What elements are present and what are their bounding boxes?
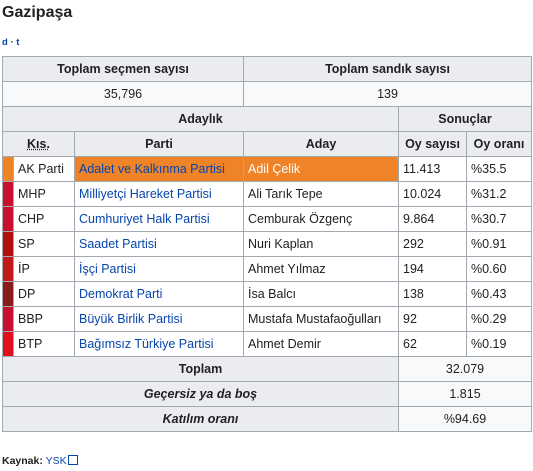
table-row: BBP Büyük Birlik Partisi Mustafa Mustafa… (2, 306, 533, 332)
party-color-swatch (2, 331, 14, 357)
party-link[interactable]: Bağımsız Türkiye Partisi (73, 331, 245, 357)
vote-share: %35.5 (466, 156, 533, 182)
vote-share: %0.19 (466, 331, 533, 357)
party-link[interactable]: Milliyetçi Hareket Partisi (73, 181, 245, 207)
vote-share: %0.43 (466, 281, 533, 307)
party-link[interactable]: Adalet ve Kalkınma Partisi (73, 156, 245, 182)
vote-count: 9.864 (398, 206, 468, 232)
party-link[interactable]: Demokrat Parti (73, 281, 245, 307)
party-abbr: DP (13, 281, 75, 307)
vote-share: %0.60 (466, 256, 533, 282)
results-header: Sonuçlar (398, 106, 533, 132)
total-ballot-boxes-header: Toplam sandık sayısı (243, 56, 533, 82)
invalid-votes-value: 1.815 (398, 381, 533, 407)
party-abbr: İP (13, 256, 75, 282)
navbar-links: d · t (2, 37, 19, 49)
vote-count: 10.024 (398, 181, 468, 207)
party-link[interactable]: İşçi Partisi (73, 256, 245, 282)
candidate-name: Mustafa Mustafaoğulları (243, 306, 400, 332)
source-link-text: YSK (45, 455, 67, 467)
candidate-name: İsa Balcı (243, 281, 400, 307)
source-link[interactable]: YSK (46, 455, 78, 467)
source-label: Kaynak: (2, 455, 43, 467)
candidate-name: Ahmet Demir (243, 331, 400, 357)
vote-share: %30.7 (466, 206, 533, 232)
table-row: CHP Cumhuriyet Halk Partisi Cemburak Özg… (2, 206, 533, 232)
page-title: Gazipaşa (2, 4, 73, 21)
party-color-swatch (2, 281, 14, 307)
table-row: İP İşçi Partisi Ahmet Yılmaz 194 %0.60 (2, 256, 533, 282)
external-link-icon (67, 455, 78, 465)
party-color-swatch (2, 206, 14, 232)
vote-count: 194 (398, 256, 468, 282)
table-row: DP Demokrat Parti İsa Balcı 138 %0.43 (2, 281, 533, 307)
view-template-link[interactable]: d (2, 37, 8, 48)
abbr-column-header: Kıs. (2, 131, 75, 157)
source-note: Kaynak: YSK (2, 454, 78, 468)
party-color-swatch (2, 231, 14, 257)
party-abbr: AK Parti (13, 156, 75, 182)
candidate-name: Ahmet Yılmaz (243, 256, 400, 282)
table-row: BTP Bağımsız Türkiye Partisi Ahmet Demir… (2, 331, 533, 357)
candidacy-header: Adaylık (1, 106, 400, 132)
total-voters-value: 35,796 (1, 81, 245, 107)
candidate-name: Cemburak Özgenç (243, 206, 400, 232)
vote-count: 138 (398, 281, 468, 307)
party-color-swatch (2, 156, 14, 182)
table-row: MHP Milliyetçi Hareket Partisi Ali Tarık… (2, 181, 533, 207)
total-label: Toplam (1, 356, 400, 382)
vote-count: 92 (398, 306, 468, 332)
candidate-column-header: Aday (243, 131, 400, 157)
table-row: AK Parti Adalet ve Kalkınma Partisi Adil… (2, 156, 533, 182)
candidate-name: Adil Çelik (243, 156, 400, 182)
navbar-separator: · (10, 37, 14, 48)
invalid-votes-label: Geçersiz ya da boş (1, 381, 400, 407)
results-table: Toplam seçmen sayısı Toplam sandık sayıs… (1, 56, 533, 432)
vote-count: 62 (398, 331, 468, 357)
total-value: 32.079 (398, 356, 533, 382)
total-voters-header: Toplam seçmen sayısı (1, 56, 245, 82)
election-infobox-page: Gazipaşa d · t Toplam seçmen sayısı Topl… (0, 0, 533, 471)
party-link[interactable]: Saadet Partisi (73, 231, 245, 257)
turnout-label: Katılım oranı (1, 406, 400, 432)
table-row: SP Saadet Partisi Nuri Kaplan 292 %0.91 (2, 231, 533, 257)
votes-column-header: Oy sayısı (398, 131, 468, 157)
party-abbr: SP (13, 231, 75, 257)
party-abbr: MHP (13, 181, 75, 207)
total-ballot-boxes-value: 139 (243, 81, 533, 107)
party-color-swatch (2, 256, 14, 282)
party-column-header: Parti (73, 131, 245, 157)
vote-share: %0.91 (466, 231, 533, 257)
party-abbr: CHP (13, 206, 75, 232)
party-link[interactable]: Büyük Birlik Partisi (73, 306, 245, 332)
talk-template-link[interactable]: t (16, 37, 19, 48)
share-column-header: Oy oranı (466, 131, 533, 157)
vote-count: 292 (398, 231, 468, 257)
abbr-column-label: Kıs. (27, 137, 50, 151)
party-color-swatch (2, 306, 14, 332)
party-abbr: BBP (13, 306, 75, 332)
candidate-name: Nuri Kaplan (243, 231, 400, 257)
vote-share: %31.2 (466, 181, 533, 207)
party-link[interactable]: Cumhuriyet Halk Partisi (73, 206, 245, 232)
turnout-value: %94.69 (398, 406, 533, 432)
vote-count: 11.413 (398, 156, 468, 182)
party-abbr: BTP (13, 331, 75, 357)
vote-share: %0.29 (466, 306, 533, 332)
party-color-swatch (2, 181, 14, 207)
candidate-name: Ali Tarık Tepe (243, 181, 400, 207)
